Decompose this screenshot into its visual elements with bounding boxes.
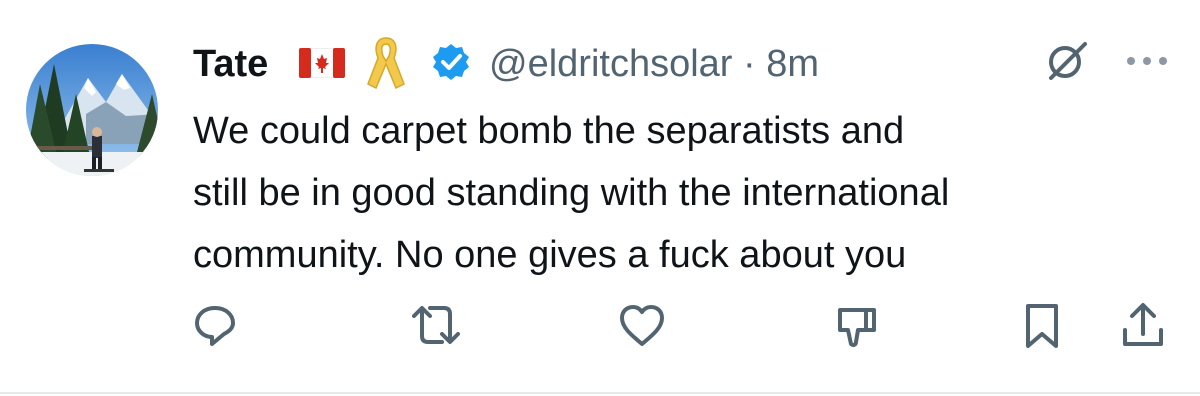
tweet-text: We could carpet bomb the separatists and… (193, 100, 1173, 286)
author-handle-line: @eldritchsolar · 8m (489, 40, 819, 88)
author-name[interactable]: Tate (193, 40, 268, 88)
action-bar (0, 300, 1200, 360)
tweet-text-line: community. No one gives a fuck about you (193, 234, 907, 276)
tweet-card[interactable]: Tate @eldritchsolar · 8m We could carpet… (0, 0, 1200, 396)
more-options-icon[interactable] (1125, 54, 1169, 72)
handle-separator: · (732, 43, 767, 85)
like-icon[interactable] (616, 300, 668, 350)
canada-flag-icon (298, 47, 346, 83)
tweet-text-line: still be in good standing with the inter… (193, 172, 950, 214)
avatar[interactable] (26, 44, 158, 176)
tweet-header: Tate @eldritchsolar · 8m (193, 34, 1173, 90)
tweet-divider (0, 392, 1200, 394)
reply-icon[interactable] (190, 300, 240, 350)
tweet-timestamp[interactable]: 8m (766, 43, 819, 85)
verified-badge-icon[interactable] (431, 42, 471, 87)
retweet-icon[interactable] (408, 300, 464, 350)
downvote-icon[interactable] (830, 300, 882, 352)
yellow-ribbon-icon (364, 34, 408, 97)
bookmark-icon[interactable] (1020, 300, 1064, 352)
tweet-text-line: We could carpet bomb the separatists and (193, 110, 905, 152)
grok-icon[interactable] (1041, 36, 1091, 91)
share-icon[interactable] (1118, 300, 1168, 352)
author-handle[interactable]: @eldritchsolar (489, 43, 732, 85)
